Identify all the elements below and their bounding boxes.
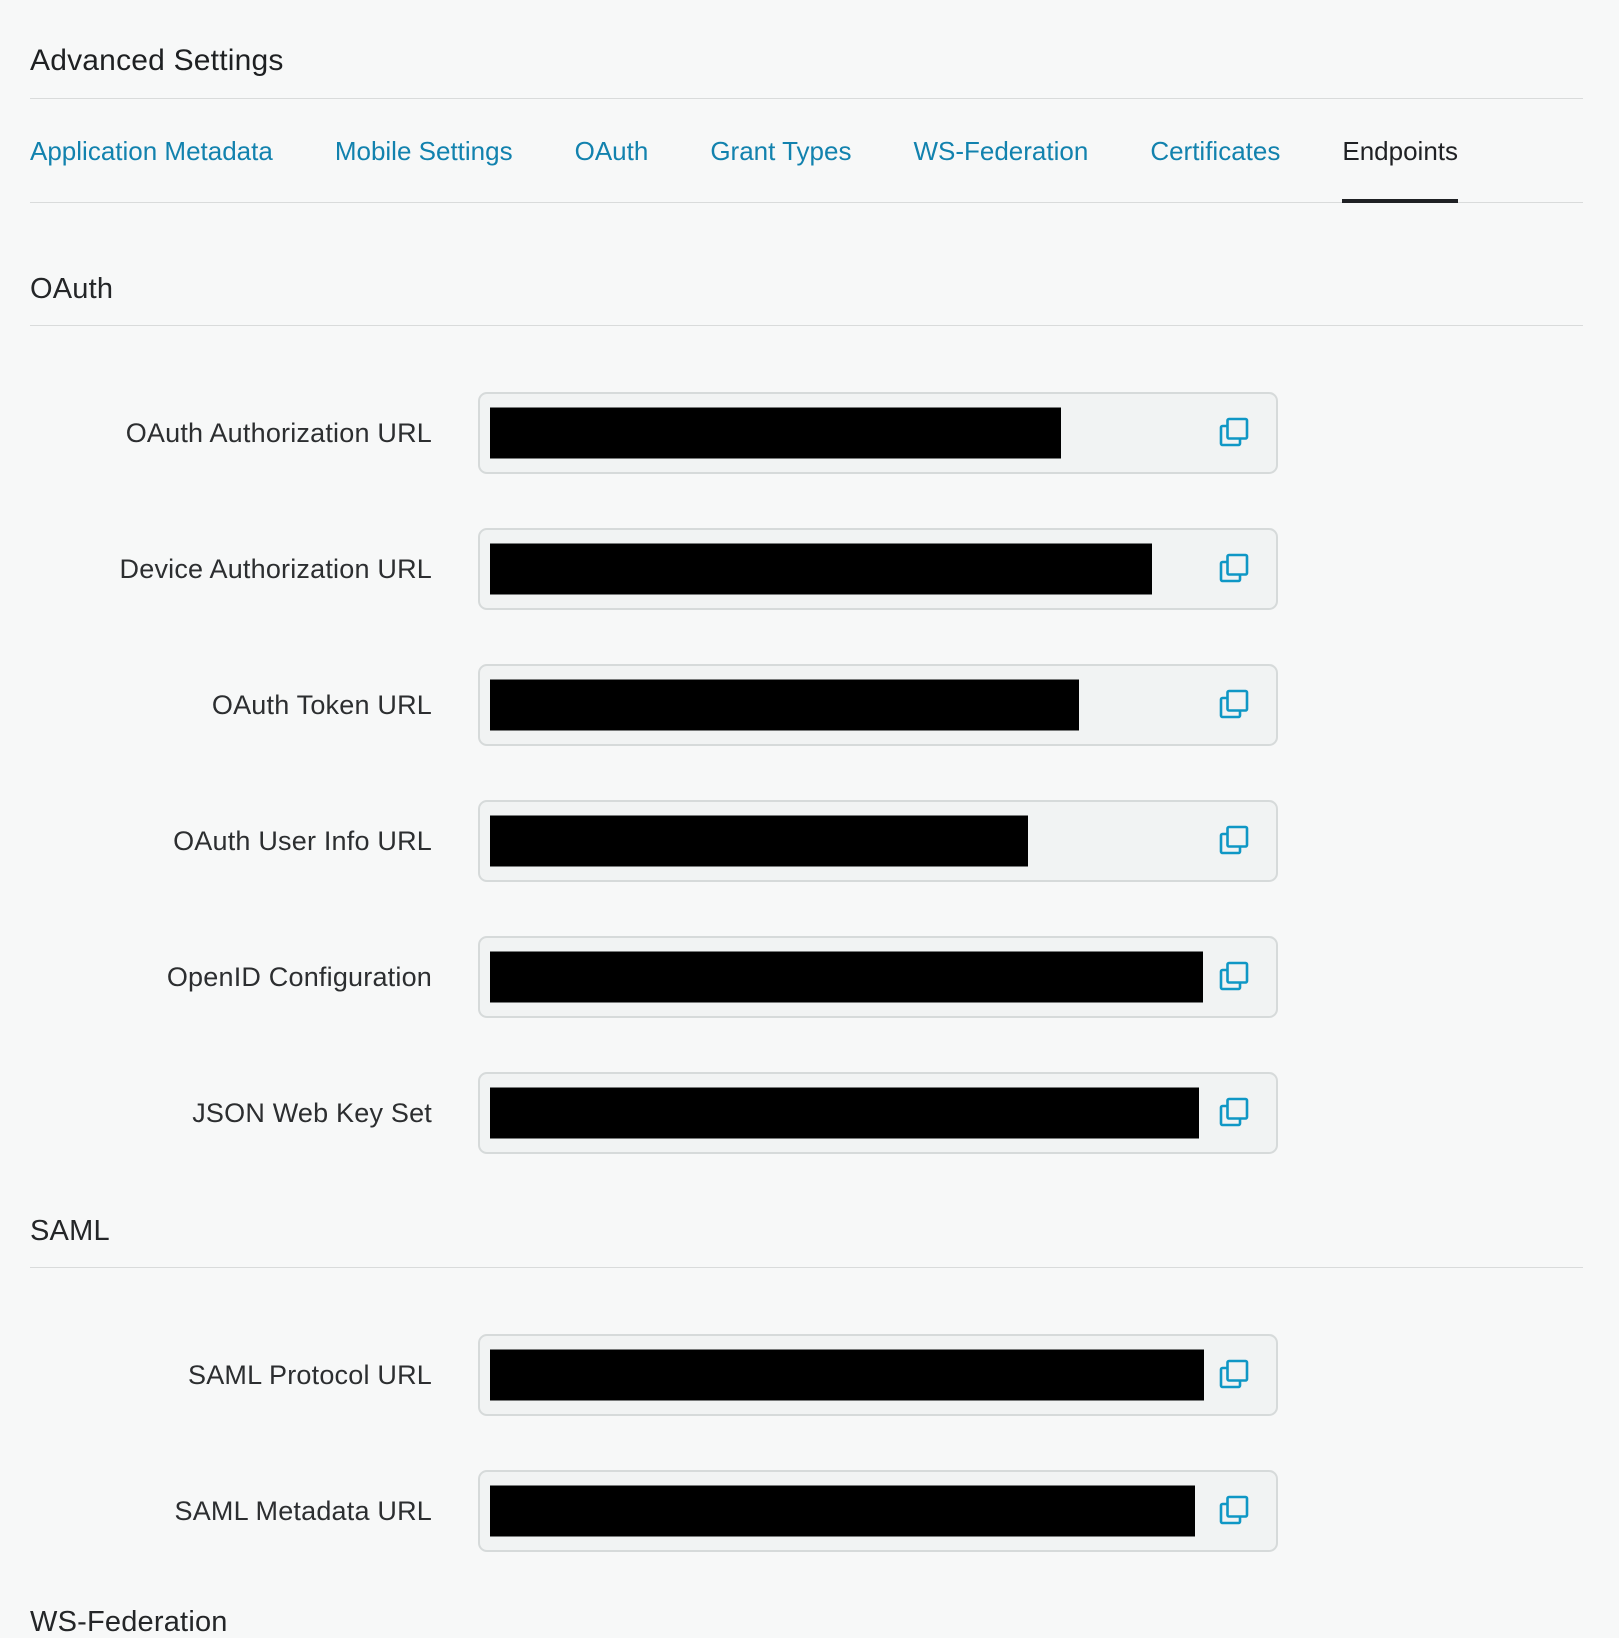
redacted-value [490,680,1079,731]
field-label: Device Authorization URL [30,554,432,585]
redacted-value [490,1088,1199,1139]
tab-bar: Application Metadata Mobile Settings OAu… [30,99,1583,203]
field-label: SAML Protocol URL [30,1360,432,1391]
redacted-value [490,1350,1204,1401]
tab-grant-types[interactable]: Grant Types [710,99,851,202]
field-label: JSON Web Key Set [30,1098,432,1129]
advanced-settings-page: Advanced Settings Application Metadata M… [0,0,1619,1637]
tab-oauth[interactable]: OAuth [575,99,649,202]
field-row-oauth-authorization-url: OAuth Authorization URL [30,392,1583,474]
field-row-saml-protocol-url: SAML Protocol URL [30,1334,1583,1416]
copy-icon[interactable] [1218,1096,1250,1130]
field-row-device-authorization-url: Device Authorization URL [30,528,1583,610]
tab-mobile-settings[interactable]: Mobile Settings [335,99,513,202]
field-label: OAuth User Info URL [30,826,432,857]
copy-icon[interactable] [1218,688,1250,722]
openid-configuration-value [478,936,1278,1018]
oauth-fields: OAuth Authorization URL Device Authoriza… [30,392,1583,1154]
tab-application-metadata[interactable]: Application Metadata [30,99,273,202]
saml-metadata-url-value [478,1470,1278,1552]
field-label: OAuth Token URL [30,690,432,721]
copy-icon[interactable] [1218,416,1250,450]
copy-icon[interactable] [1218,1358,1250,1392]
oauth-user-info-url-value [478,800,1278,882]
redacted-value [490,544,1152,595]
json-web-key-set-value [478,1072,1278,1154]
field-row-oauth-user-info-url: OAuth User Info URL [30,800,1583,882]
copy-icon[interactable] [1218,960,1250,994]
field-label: OpenID Configuration [30,962,432,993]
redacted-value [490,952,1203,1003]
copy-icon[interactable] [1218,552,1250,586]
page-title: Advanced Settings [30,46,1583,76]
redacted-value [490,408,1061,459]
field-row-openid-configuration: OpenID Configuration [30,936,1583,1018]
tab-ws-federation[interactable]: WS-Federation [913,99,1088,202]
saml-protocol-url-value [478,1334,1278,1416]
section-heading-ws-federation: WS-Federation [30,1608,1583,1637]
field-row-saml-metadata-url: SAML Metadata URL [30,1470,1583,1552]
tab-endpoints[interactable]: Endpoints [1342,99,1458,202]
oauth-token-url-value [478,664,1278,746]
field-row-json-web-key-set: JSON Web Key Set [30,1072,1583,1154]
field-label: SAML Metadata URL [30,1496,432,1527]
tab-certificates[interactable]: Certificates [1150,99,1280,202]
oauth-authorization-url-value [478,392,1278,474]
field-row-oauth-token-url: OAuth Token URL [30,664,1583,746]
section-divider [30,1267,1583,1268]
field-label: OAuth Authorization URL [30,418,432,449]
copy-icon[interactable] [1218,1494,1250,1528]
device-authorization-url-value [478,528,1278,610]
section-heading-saml: SAML [30,1217,1583,1246]
redacted-value [490,1486,1195,1537]
saml-fields: SAML Protocol URL SAML Metadata URL [30,1334,1583,1552]
copy-icon[interactable] [1218,824,1250,858]
redacted-value [490,816,1028,867]
section-divider [30,325,1583,326]
section-heading-oauth: OAuth [30,275,1583,304]
